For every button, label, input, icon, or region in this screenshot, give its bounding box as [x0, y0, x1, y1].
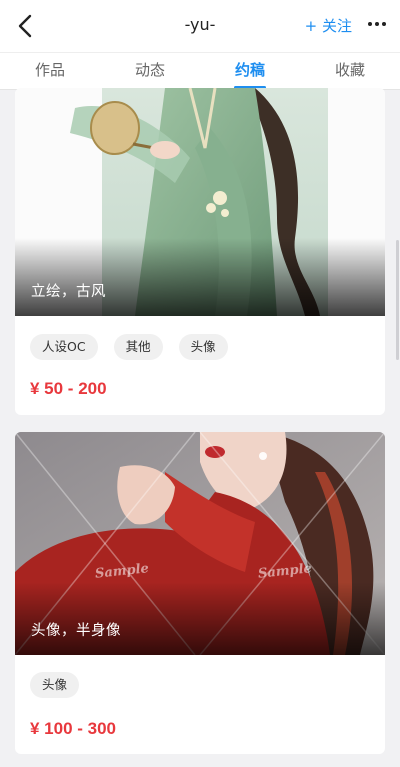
- tag-chip[interactable]: 头像: [178, 334, 228, 360]
- artwork-caption: 头像，半身像: [31, 623, 121, 639]
- more-dot-icon: [368, 22, 372, 26]
- tab-works[interactable]: 作品: [20, 59, 80, 80]
- scrollbar-thumb[interactable]: [396, 240, 399, 360]
- commission-card[interactable]: 立绘，古风 人设OC 其他 头像 ¥ 50 - 200: [15, 88, 385, 415]
- tag-chip[interactable]: 其他: [113, 334, 163, 360]
- commission-artwork: 立绘，古风: [15, 88, 385, 316]
- more-button[interactable]: [368, 18, 386, 30]
- tab-activity[interactable]: 动态: [120, 59, 180, 80]
- tag-chip[interactable]: 头像: [30, 672, 80, 698]
- tag-list: 人设OC 其他 头像: [30, 334, 228, 360]
- tab-favorites[interactable]: 收藏: [320, 59, 380, 80]
- follow-button[interactable]: + 关注: [305, 15, 352, 36]
- price-range: ¥ 100 - 300: [30, 719, 117, 738]
- commission-card[interactable]: Sample Sample 头像，半身像 头像 ¥ 100 - 300: [15, 432, 385, 754]
- commission-artwork: Sample Sample 头像，半身像: [15, 432, 385, 655]
- more-dot-icon: [382, 22, 386, 26]
- tag-list: 头像: [30, 672, 80, 698]
- tab-bar: 作品 动态 约稿 收藏: [0, 52, 400, 90]
- artwork-caption: 立绘，古风: [31, 284, 106, 300]
- price-range: ¥ 50 - 200: [30, 379, 107, 398]
- top-bar: -yu- + 关注: [0, 0, 400, 52]
- more-dot-icon: [375, 22, 379, 26]
- scrollbar[interactable]: [396, 90, 400, 767]
- tab-commissions[interactable]: 约稿: [220, 59, 280, 80]
- tag-chip[interactable]: 人设OC: [30, 334, 98, 360]
